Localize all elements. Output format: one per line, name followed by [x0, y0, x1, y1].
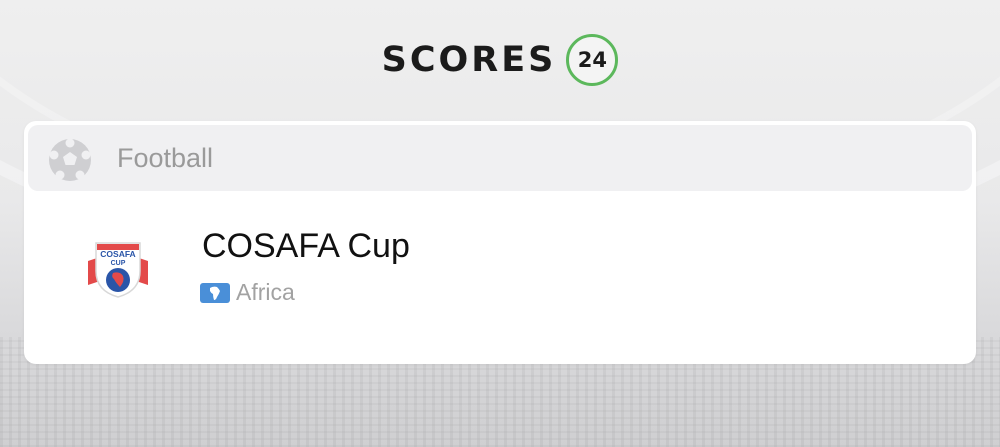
tournament-region[interactable]: Africa [200, 279, 295, 306]
site-logo[interactable]: SCORES 24 [0, 33, 1000, 87]
logo-wordmark: SCORES [381, 40, 557, 80]
sport-header[interactable]: Football [28, 125, 972, 191]
logo-text-bottom: CUP [111, 260, 126, 267]
logo-text-top: COSAFA [100, 249, 135, 259]
tournament-name[interactable]: COSAFA Cup [202, 227, 410, 266]
region-label: Africa [236, 279, 295, 305]
soccer-ball-icon [49, 138, 91, 181]
tournament-card: Football COSAFA CUP COSAFA Cup Africa [24, 121, 976, 364]
logo-number-badge: 24 [566, 34, 619, 86]
logo-number: 24 [577, 48, 607, 72]
cosafa-cup-logo: COSAFA CUP [88, 242, 148, 298]
sport-label: Football [117, 143, 214, 173]
africa-map-icon [200, 282, 230, 303]
